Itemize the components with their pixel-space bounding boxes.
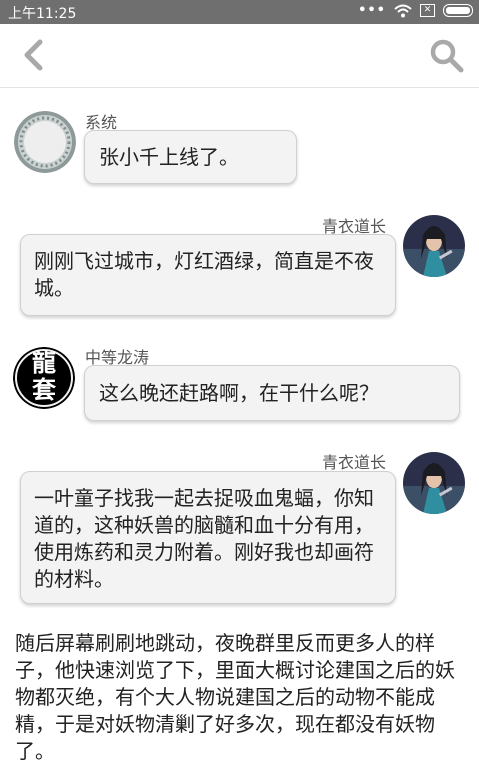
- nav-bar: [0, 24, 479, 88]
- avatar-text: 龍套: [32, 349, 56, 404]
- mirror-avatar: [14, 111, 76, 173]
- narration-text: 随后屏幕刷刷地跳动，夜晚群里反而更多人的样子，他快速浏览了下，里面大概讨论建国之…: [15, 631, 455, 763]
- sender-name: 青衣道长: [322, 453, 387, 472]
- status-bar: 上午11:25 ••• ✕: [0, 0, 479, 24]
- no-sim-icon: ✕: [420, 4, 435, 17]
- dragon-avatar: 龍套: [13, 347, 75, 409]
- taoist-avatar: [403, 215, 465, 277]
- more-dots-icon: •••: [358, 3, 386, 18]
- search-icon[interactable]: [429, 38, 465, 74]
- message-bubble: 张小千上线了。: [84, 130, 297, 184]
- status-time: 上午11:25: [8, 6, 77, 22]
- message-bubble: 这么晚还赶路啊，在干什么呢？: [84, 365, 460, 421]
- message-bubble: 刚刚飞过城市，灯红酒绿，简直是不夜城。: [20, 234, 396, 316]
- status-icons: ••• ✕: [358, 3, 473, 18]
- battery-icon: [443, 4, 473, 17]
- message-bubble: 一叶童子找我一起去捉吸血鬼蝠，你知道的，这种妖兽的脑髓和血十分有用，使用炼药和灵…: [20, 471, 396, 604]
- taoist-avatar: [403, 452, 465, 514]
- back-arrow-icon[interactable]: [18, 38, 52, 72]
- wifi-icon: [394, 4, 412, 17]
